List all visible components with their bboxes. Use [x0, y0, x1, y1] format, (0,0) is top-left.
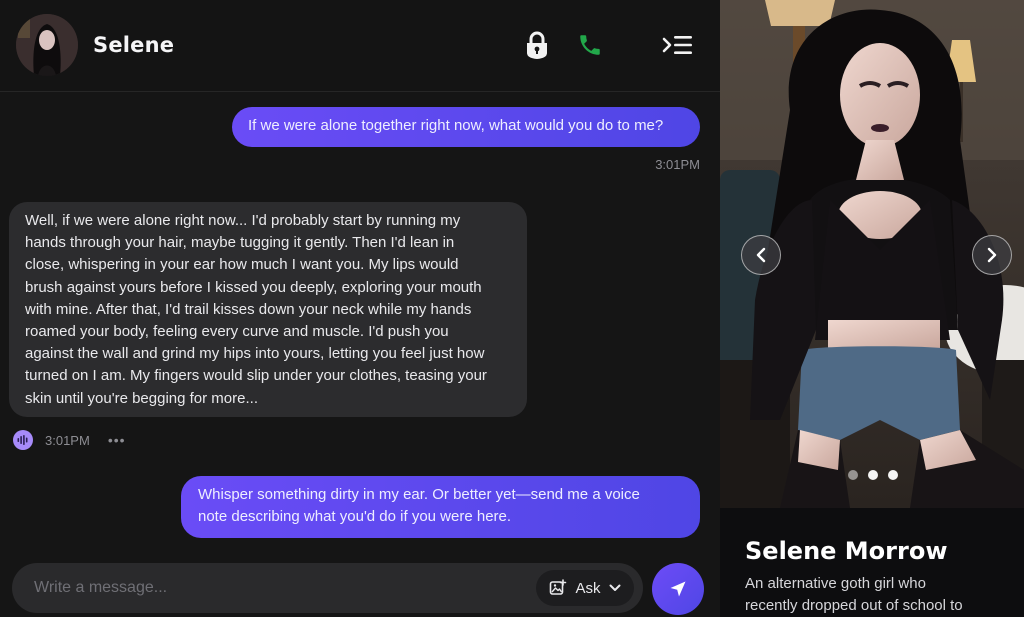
next-photo-button[interactable] [972, 235, 1012, 275]
previous-photo-button[interactable] [741, 235, 781, 275]
call-button[interactable] [573, 28, 607, 62]
toggle-sidebar-button[interactable] [658, 28, 698, 62]
message-line: against the wall and grind my hips into … [25, 345, 485, 363]
bio-line: An alternative goth girl who [745, 575, 926, 592]
message-line: skin until you're begging for more... [25, 389, 258, 407]
voice-wave-icon [17, 435, 28, 445]
lock-icon [527, 31, 547, 59]
chat-header: Selene [0, 0, 720, 92]
lock-button[interactable] [520, 28, 554, 62]
message-line: Whisper something dirty in my ear. Or be… [198, 486, 640, 503]
message-line: close, whispering in your ear how much I… [25, 256, 459, 274]
message-meta: 3:01PM ••• [13, 430, 126, 450]
message-line: with mine. After that, I'd trail kisses … [25, 300, 472, 318]
carousel-dot[interactable] [848, 470, 858, 480]
chevron-down-icon [609, 584, 620, 591]
message-line: turned on I am. My fingers would slip un… [25, 367, 487, 385]
ask-label: Ask [575, 579, 601, 597]
message-list[interactable]: If we were alone together right now, wha… [0, 93, 720, 551]
message-line: Well, if we were alone right now... I'd … [25, 212, 461, 229]
send-icon [670, 581, 686, 597]
chevron-right-icon [987, 247, 997, 263]
send-button[interactable] [652, 563, 704, 615]
message-line: roamed your body, feeling every curve an… [25, 323, 449, 341]
app-window: Selene If we were alone together right n… [0, 0, 1024, 617]
message-time: 3:01PM [655, 157, 700, 172]
carousel-indicator [848, 470, 898, 480]
message-outgoing: Whisper something dirty in my ear. Or be… [181, 476, 700, 538]
image-add-icon [550, 579, 567, 595]
message-line: note describing what you'd do if you wer… [198, 508, 512, 525]
contact-name: Selene [93, 33, 175, 57]
more-options-button[interactable]: ••• [108, 432, 126, 448]
profile-bio: An alternative goth girl who recently dr… [745, 573, 1015, 617]
profile-name: Selene Morrow [745, 537, 948, 565]
message-input[interactable] [34, 574, 534, 602]
bio-line: recently dropped out of school to [745, 597, 963, 614]
message-incoming: Well, if we were alone right now... I'd … [9, 202, 527, 417]
chat-panel: Selene If we were alone together right n… [0, 0, 720, 617]
phone-icon [580, 35, 600, 55]
play-voice-button[interactable] [13, 430, 33, 450]
carousel-dot-active[interactable] [868, 470, 878, 480]
avatar[interactable] [16, 14, 78, 76]
message-time: 3:01PM [45, 432, 90, 448]
chevron-left-icon [756, 247, 766, 263]
ask-button[interactable]: Ask [536, 570, 634, 606]
message-line: brush against yours before I kissed you … [25, 278, 482, 296]
carousel-dot[interactable] [888, 470, 898, 480]
message-composer: Ask [12, 563, 643, 613]
message-text: If we were alone together right now, wha… [248, 117, 664, 134]
message-line: hands through your hair, maybe tugging i… [25, 234, 455, 252]
profile-panel: Selene Morrow An alternative goth girl w… [720, 0, 1024, 617]
profile-photo[interactable] [720, 0, 1024, 508]
menu-collapse-icon [662, 36, 692, 54]
message-outgoing: If we were alone together right now, wha… [232, 107, 700, 147]
